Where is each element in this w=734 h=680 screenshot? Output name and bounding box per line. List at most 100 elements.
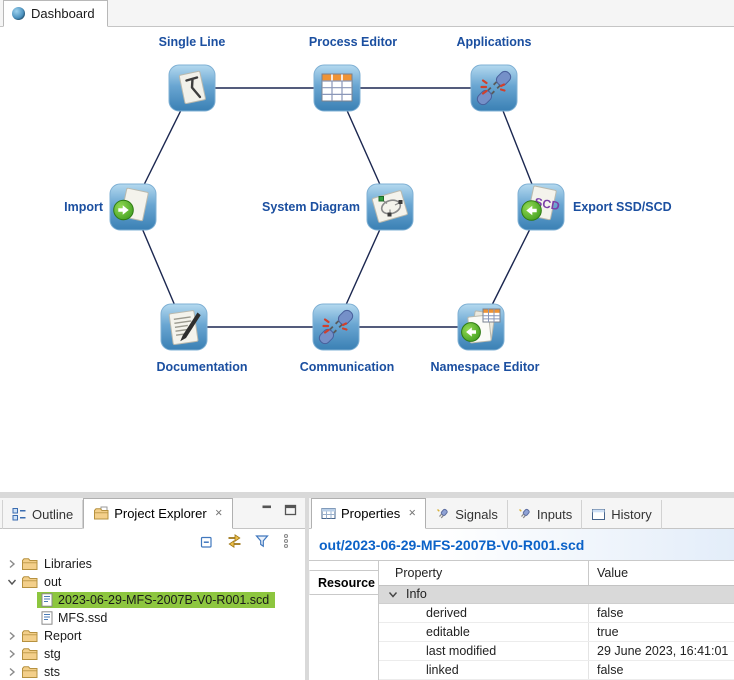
project-explorer-view: Outline Project Explorer ✕ (0, 498, 305, 680)
label-documentation: Documentation (157, 360, 248, 374)
dashboard-canvas: Single Line Process Editor Applications … (0, 27, 734, 492)
label-applications: Applications (456, 35, 531, 49)
minimize-icon[interactable] (261, 504, 274, 516)
import-document-icon (109, 183, 157, 231)
property-name: derived (379, 604, 589, 622)
tab-inputs[interactable]: Inputs (508, 500, 582, 529)
folder-icon (21, 557, 38, 571)
label-communication: Communication (300, 360, 394, 374)
close-icon[interactable]: ✕ (215, 508, 223, 519)
dashboard-node-process-editor[interactable] (313, 64, 361, 112)
tab-history[interactable]: History (582, 500, 661, 529)
process-editor-icon (313, 64, 361, 112)
table-row[interactable]: linked false (379, 661, 734, 680)
file-icon (41, 593, 53, 607)
chevron-down-icon[interactable] (7, 577, 17, 587)
chevron-right-icon[interactable] (7, 667, 17, 677)
label-system-diagram: System Diagram (220, 200, 360, 214)
column-header-property[interactable]: Property (379, 561, 589, 585)
property-value: 29 June 2023, 16:41:01 (589, 644, 734, 658)
column-header-value[interactable]: Value (589, 566, 734, 580)
tree-item-ssd-file[interactable]: MFS.ssd (0, 609, 305, 627)
property-name: editable (379, 623, 589, 641)
properties-table: Property Value Info derived false editab… (379, 561, 734, 680)
group-row-info[interactable]: Info (379, 586, 734, 605)
tab-inputs-label: Inputs (537, 507, 572, 522)
workbench: Dashboard Single Line Process Editor App… (0, 0, 734, 680)
tab-project-explorer-label: Project Explorer (114, 506, 206, 521)
bottom-area: Outline Project Explorer ✕ (0, 498, 734, 680)
tree-item-libraries[interactable]: Libraries (0, 555, 305, 573)
chevron-right-icon[interactable] (7, 631, 17, 641)
link-with-editor-icon[interactable] (226, 533, 243, 549)
tree-item-label: 2023-06-29-MFS-2007B-V0-R001.scd (58, 593, 269, 607)
tree-item-label: Libraries (44, 557, 92, 571)
folder-icon (21, 647, 38, 661)
dashboard-node-documentation[interactable] (160, 303, 208, 351)
properties-title: out/2023-06-29-MFS-2007B-V0-R001.scd (309, 529, 734, 561)
dashboard-node-namespace-editor[interactable] (457, 303, 505, 351)
tree-item-label: out (44, 575, 61, 589)
namespace-editor-icon (457, 303, 505, 351)
chevron-down-icon[interactable] (388, 590, 398, 599)
outline-icon (12, 507, 27, 522)
file-icon (41, 611, 53, 625)
folder-icon (21, 629, 38, 643)
table-header-row: Property Value (379, 561, 734, 586)
selected-file-entry[interactable]: 2023-06-29-MFS-2007B-V0-R001.scd (37, 592, 275, 608)
tree-item-report[interactable]: Report (0, 627, 305, 645)
dashboard-node-communication[interactable] (312, 303, 360, 351)
editor-tabbar: Dashboard (0, 0, 734, 27)
view-menu-icon[interactable] (281, 533, 291, 549)
maximize-icon[interactable] (284, 504, 297, 516)
tree-item-out[interactable]: out (0, 573, 305, 591)
explorer-toolbar (0, 529, 305, 553)
chevron-right-icon[interactable] (7, 559, 17, 569)
label-process-editor: Process Editor (309, 35, 397, 49)
plug-icon (435, 507, 450, 522)
dashboard-edges (0, 27, 734, 492)
tree-item-sts[interactable]: sts (0, 663, 305, 680)
properties-side-tabs: Resource (309, 561, 379, 680)
tree-item-label: stg (44, 647, 61, 661)
label-single-line: Single Line (159, 35, 226, 49)
tab-dashboard[interactable]: Dashboard (3, 0, 108, 27)
filter-icon[interactable] (254, 533, 270, 549)
properties-tabbar: Properties ✕ Signals Inputs (309, 498, 734, 529)
dashboard-node-import[interactable] (109, 183, 157, 231)
collapse-all-icon[interactable] (199, 533, 215, 549)
plug-connect-icon (470, 64, 518, 112)
table-row[interactable]: editable true (379, 623, 734, 642)
history-icon (591, 507, 606, 522)
folder-icon (21, 575, 38, 589)
dashboard-node-system-diagram[interactable] (366, 183, 414, 231)
tab-signals[interactable]: Signals (426, 500, 508, 529)
dashboard-node-export-ssd-scd[interactable]: SCD (517, 183, 565, 231)
tab-properties[interactable]: Properties ✕ (311, 498, 426, 529)
chevron-right-icon[interactable] (7, 649, 17, 659)
label-export-ssd-scd: Export SSD/SCD (573, 200, 672, 214)
file-entry[interactable]: MFS.ssd (37, 610, 113, 626)
tree-item-label: sts (44, 665, 60, 679)
group-label: Info (406, 587, 427, 601)
system-diagram-icon (366, 183, 414, 231)
tree-item-scd-file[interactable]: 2023-06-29-MFS-2007B-V0-R001.scd (0, 591, 305, 609)
property-value: true (589, 625, 734, 639)
project-tree: Libraries out 2023-06-29-MFS-2007B-V0-R0… (0, 553, 305, 680)
tree-item-stg[interactable]: stg (0, 645, 305, 663)
tab-outline[interactable]: Outline (2, 500, 83, 529)
close-icon[interactable]: ✕ (408, 508, 416, 519)
tree-item-label: Report (44, 629, 82, 643)
tab-resource[interactable]: Resource (309, 570, 378, 595)
explorer-tabbar: Outline Project Explorer ✕ (0, 498, 305, 529)
table-icon (321, 506, 336, 521)
table-row[interactable]: derived false (379, 604, 734, 623)
table-row[interactable]: last modified 29 June 2023, 16:41:01 (379, 642, 734, 661)
tab-properties-label: Properties (341, 506, 400, 521)
tab-dashboard-label: Dashboard (31, 6, 95, 21)
tab-project-explorer[interactable]: Project Explorer ✕ (83, 498, 232, 529)
tree-item-label: MFS.ssd (58, 611, 107, 625)
dashboard-node-applications[interactable] (470, 64, 518, 112)
property-value: false (589, 606, 734, 620)
dashboard-node-single-line[interactable] (168, 64, 216, 112)
